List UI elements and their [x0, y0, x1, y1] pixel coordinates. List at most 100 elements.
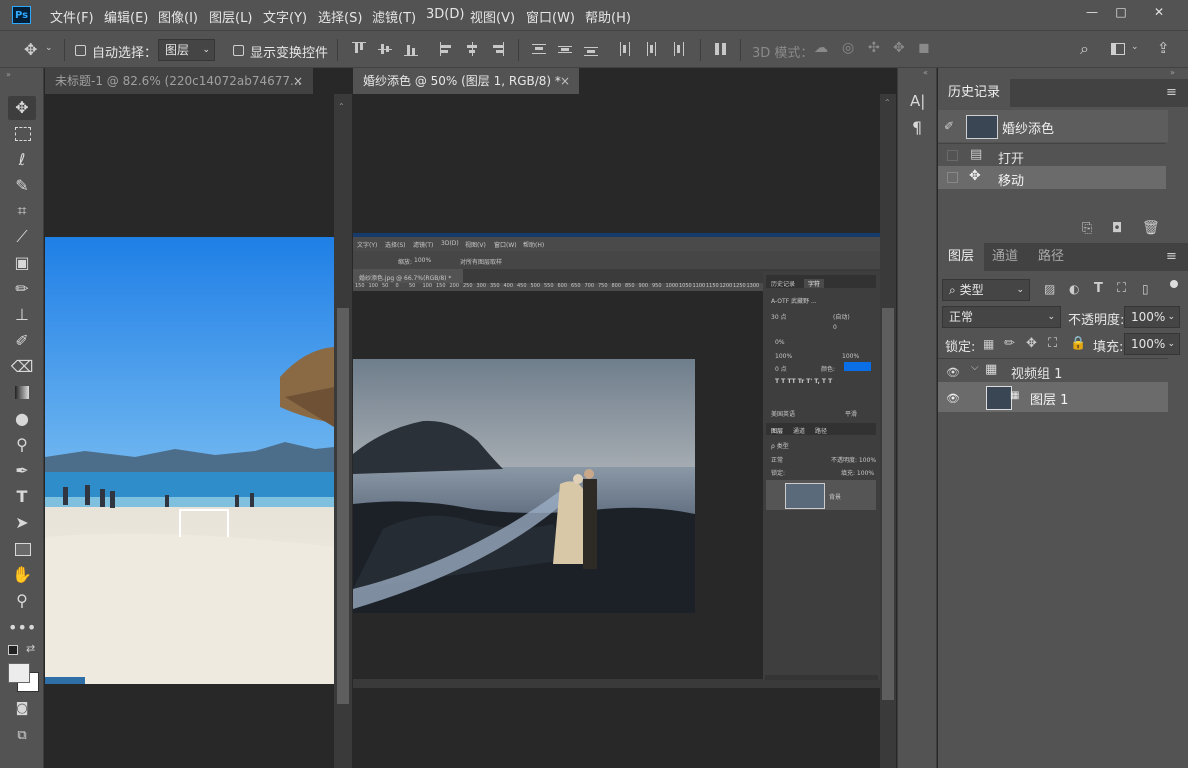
history-menu-icon[interactable]: ≡: [1166, 85, 1177, 100]
layer-row[interactable]: 👁 ▦ 图层 1: [938, 382, 1168, 412]
eraser-tool-icon[interactable]: ⌫: [8, 355, 36, 379]
tab-history[interactable]: 历史记录: [938, 79, 1011, 107]
doc2-scrollbar[interactable]: ⌃: [880, 94, 896, 768]
align-left-icon[interactable]: [440, 42, 454, 56]
trash-icon[interactable]: 🗑: [1142, 220, 1160, 236]
paragraph-panel-icon[interactable]: ¶: [912, 118, 922, 137]
tab-untitled-1[interactable]: 未标题-1 @ 82.6% (220c14072ab74677... ×: [45, 68, 313, 94]
menu-select[interactable]: 选择(S): [318, 7, 362, 26]
lock-position-icon[interactable]: ✥: [1026, 336, 1037, 351]
expand-icon[interactable]: «: [923, 68, 928, 77]
foreground-color-swatch[interactable]: [8, 663, 30, 683]
swap-colors-icon[interactable]: ⇄: [26, 642, 35, 655]
lock-pixels-icon[interactable]: ✏: [1004, 336, 1015, 351]
filter-adjustment-icon[interactable]: ◐: [1069, 282, 1079, 296]
show-transform-checkbox[interactable]: [233, 45, 244, 56]
menu-3d[interactable]: 3D(D): [426, 7, 464, 22]
auto-align-icon[interactable]: [714, 42, 728, 56]
type-tool-icon[interactable]: T: [8, 485, 36, 509]
opacity-input[interactable]: 100% ⌄: [1124, 306, 1180, 328]
move-tool-icon[interactable]: ✥: [8, 96, 36, 120]
close-window-button[interactable]: ✕: [1148, 4, 1170, 20]
distribute-bottom-icon[interactable]: [584, 42, 598, 56]
menu-filter[interactable]: 滤镜(T): [372, 7, 416, 26]
menu-help[interactable]: 帮助(H): [585, 7, 631, 26]
gradient-tool-icon[interactable]: [8, 381, 36, 405]
menu-edit[interactable]: 编辑(E): [104, 7, 148, 26]
3d-slide-icon[interactable]: ✥: [893, 40, 905, 56]
layer-group-row[interactable]: 👁 ⌵ ▦ 视频组 1: [938, 359, 1168, 382]
align-top-icon[interactable]: [352, 42, 366, 56]
lock-artboard-icon[interactable]: ⛶: [1048, 336, 1057, 351]
history-brush-tool-icon[interactable]: ✐: [8, 329, 36, 353]
workspace-icon[interactable]: [1111, 43, 1125, 55]
fill-input[interactable]: 100% ⌄: [1124, 333, 1180, 355]
panel-collapse-icon[interactable]: »: [1170, 68, 1175, 77]
stamp-tool-icon[interactable]: ⊥: [8, 303, 36, 327]
auto-select-dropdown[interactable]: 图层 ⌄: [158, 39, 215, 61]
filter-pixel-icon[interactable]: ▨: [1044, 282, 1055, 296]
blur-tool-icon[interactable]: ●: [8, 407, 36, 431]
distribute-vcenter-icon[interactable]: [558, 42, 572, 56]
doc2-hscrollbar[interactable]: [353, 680, 880, 688]
lock-all-icon[interactable]: 🔒: [1070, 336, 1086, 351]
menu-type[interactable]: 文字(Y): [263, 7, 307, 26]
quick-mask-icon[interactable]: ◙: [8, 697, 36, 721]
quick-select-tool-icon[interactable]: ✎: [8, 174, 36, 198]
close-tab-icon[interactable]: ×: [293, 68, 303, 94]
layer-kind-filter[interactable]: ⌕ 类型 ⌄: [942, 279, 1030, 301]
history-item-move[interactable]: ✥ 移动: [938, 166, 1166, 189]
default-colors-icon[interactable]: [8, 645, 18, 655]
filter-smart-object-icon[interactable]: ▯: [1142, 282, 1149, 296]
move-tool-preset-icon[interactable]: ✥: [24, 40, 37, 59]
collapse-icon[interactable]: »: [6, 70, 11, 79]
menu-image[interactable]: 图像(I): [158, 7, 198, 26]
align-right-icon[interactable]: [490, 42, 504, 56]
character-panel-icon[interactable]: A|: [910, 92, 925, 110]
distribute-hcenter-icon[interactable]: [644, 42, 658, 56]
search-icon[interactable]: ⌕: [1080, 39, 1089, 59]
more-tools-icon[interactable]: •••: [8, 616, 36, 640]
tab-layers[interactable]: 图层: [938, 243, 985, 271]
align-hcenter-icon[interactable]: [465, 42, 479, 56]
distribute-top-icon[interactable]: [532, 42, 546, 56]
chevron-down-icon[interactable]: ⌵: [971, 362, 979, 373]
3d-scale-icon[interactable]: ◼: [918, 40, 930, 56]
visibility-eye-icon[interactable]: 👁: [946, 392, 960, 405]
brush-tool-icon[interactable]: ✏: [8, 277, 36, 301]
screen-mode-icon[interactable]: ⧉: [8, 724, 36, 748]
pen-tool-icon[interactable]: ✒: [8, 459, 36, 483]
filter-toggle[interactable]: [1170, 280, 1178, 288]
history-item-open[interactable]: ▤ 打开: [938, 143, 1166, 167]
filter-shape-icon[interactable]: ⛶: [1117, 281, 1126, 296]
menu-view[interactable]: 视图(V): [470, 7, 515, 26]
align-bottom-icon[interactable]: [404, 42, 418, 56]
camera-icon[interactable]: ◘: [1112, 221, 1122, 236]
tab-wedding[interactable]: 婚纱添色 @ 50% (图层 1, RGB/8) * ×: [353, 68, 579, 94]
rectangle-tool-icon[interactable]: [8, 537, 36, 561]
blend-mode-dropdown[interactable]: 正常 ⌄: [942, 306, 1061, 328]
eyedropper-tool-icon[interactable]: ⟋: [8, 225, 36, 249]
lasso-tool-icon[interactable]: ℓ: [8, 148, 36, 172]
tab-channels[interactable]: 通道: [982, 243, 1028, 271]
path-select-tool-icon[interactable]: ➤: [8, 511, 36, 535]
history-snapshot[interactable]: ✐ 婚纱添色: [938, 110, 1168, 142]
menu-file[interactable]: 文件(F): [50, 7, 94, 26]
chevron-down-icon[interactable]: ⌄: [45, 43, 53, 53]
align-vcenter-icon[interactable]: [378, 42, 392, 56]
3d-orbit-icon[interactable]: ☁: [814, 40, 828, 56]
hand-tool-icon[interactable]: ✋: [8, 563, 36, 587]
distribute-right-icon[interactable]: [670, 42, 684, 56]
3d-pan-icon[interactable]: ✣: [868, 40, 880, 56]
workspace-chevron-icon[interactable]: ⌄: [1131, 42, 1139, 52]
minimize-button[interactable]: —: [1081, 4, 1103, 20]
visibility-eye-icon[interactable]: 👁: [946, 366, 960, 379]
share-icon[interactable]: ⇪: [1157, 39, 1170, 57]
new-document-from-state-icon[interactable]: ⎘: [1082, 221, 1092, 236]
distribute-left-icon[interactable]: [618, 42, 632, 56]
maximize-button[interactable]: □: [1110, 4, 1132, 20]
zoom-tool-icon[interactable]: ⚲: [8, 589, 36, 613]
close-tab-icon[interactable]: ×: [560, 68, 570, 94]
menu-window[interactable]: 窗口(W): [526, 7, 575, 26]
doc1-scrollbar[interactable]: ⌃: [334, 94, 352, 768]
